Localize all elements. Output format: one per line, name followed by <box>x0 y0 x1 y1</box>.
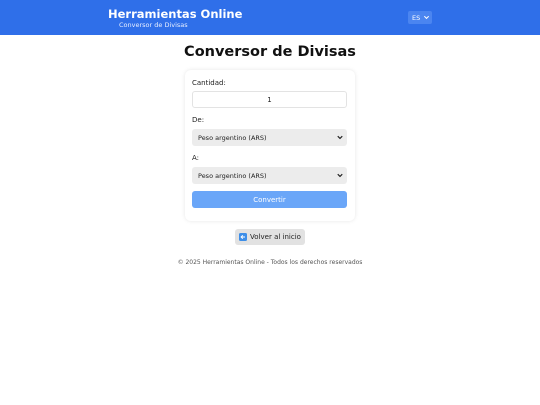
site-subtitle: Conversor de Divisas <box>119 21 188 29</box>
from-label: De: <box>192 116 205 124</box>
top-bar: Herramientas Online Conversor de Divisas… <box>0 0 540 35</box>
back-home-label: Volver al inicio <box>250 233 301 241</box>
language-select-value: ES <box>412 13 421 22</box>
to-label: A: <box>192 154 200 162</box>
chevron-down-icon <box>337 135 343 140</box>
to-currency-value: Peso argentino (ARS) <box>198 171 267 180</box>
footer-copyright: © 2025 Herramientas Online - Todos los d… <box>177 259 363 266</box>
left-arrow-icon <box>239 233 248 241</box>
back-home-button[interactable]: Volver al inicio <box>235 229 305 245</box>
chevron-down-icon <box>337 173 343 178</box>
chevron-down-icon <box>423 15 430 20</box>
page-title: Conversor de Divisas <box>184 44 356 60</box>
site-subtitle-row: Conversor de Divisas <box>108 21 242 30</box>
brand[interactable]: Herramientas Online Conversor de Divisas <box>108 7 242 30</box>
amount-label: Cantidad: <box>192 79 226 87</box>
from-currency-select[interactable]: Peso argentino (ARS) <box>192 129 347 146</box>
site-title[interactable]: Herramientas Online <box>108 7 242 21</box>
amount-input[interactable] <box>192 91 347 108</box>
subtitle-icon <box>110 23 116 29</box>
convert-button[interactable]: Convertir <box>192 191 347 208</box>
to-currency-select[interactable]: Peso argentino (ARS) <box>192 167 347 184</box>
language-select[interactable]: ES <box>408 11 432 24</box>
from-currency-value: Peso argentino (ARS) <box>198 133 267 142</box>
